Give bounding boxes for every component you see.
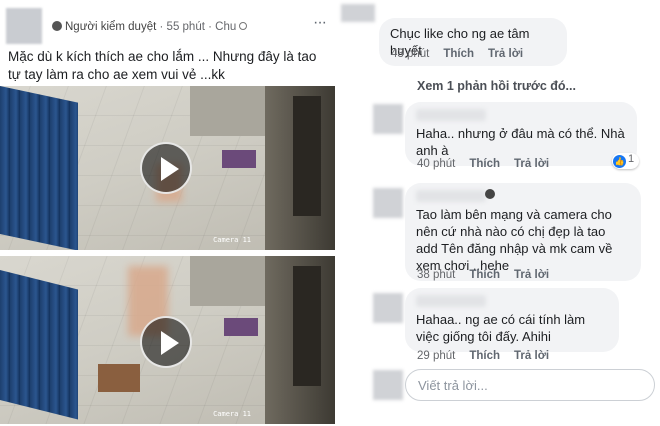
post-panel: Người kiểm duyệt · 55 phút · Chu ··· Mặc… <box>0 0 335 426</box>
comment-time[interactable]: 40 phút <box>417 158 455 170</box>
wall <box>190 256 275 306</box>
play-icon <box>161 157 179 181</box>
comment-time[interactable]: 38 phút <box>417 269 455 281</box>
door <box>293 96 321 216</box>
moderator-role: Người kiểm duyệt <box>65 21 157 33</box>
post-text: Mặc dù k kích thích ae cho lắm ... Nhưng… <box>8 49 317 82</box>
comment-actions: 40 phút Thích Trả lời <box>417 158 563 170</box>
globe-icon <box>239 22 248 30</box>
like-link[interactable]: Thích <box>469 158 500 170</box>
reply-link[interactable]: Trả lời <box>514 158 549 170</box>
commenter-name[interactable] <box>416 190 486 202</box>
post-time[interactable]: 55 phút <box>167 21 205 33</box>
comment-actions: 43 phút Thích Trả lời <box>391 48 537 60</box>
avatar[interactable] <box>341 4 375 22</box>
moderator-badge-icon <box>52 21 62 31</box>
avatar <box>373 370 403 400</box>
post-audience: Chu <box>215 21 237 33</box>
play-button[interactable] <box>140 316 192 368</box>
play-icon <box>161 331 179 355</box>
video-player[interactable]: Camera 11 <box>0 86 335 250</box>
camera-label: Camera 11 <box>213 236 251 244</box>
verified-badge-icon <box>485 189 495 199</box>
video-player[interactable]: Camera 11 <box>0 256 335 424</box>
comment-bubble: Haha.. nhưng ở đâu mà có thể. Nhà anh à <box>405 102 637 166</box>
comment-actions: 38 phút Thích Trả lời <box>417 269 563 281</box>
comments-panel: Chục like cho ng ae tâm huyết 43 phút Thí… <box>339 0 660 426</box>
floor-mat <box>222 150 256 168</box>
comment-time[interactable]: 43 phút <box>391 48 429 60</box>
avatar[interactable] <box>373 293 403 323</box>
comment-actions: 29 phút Thích Trả lời <box>417 350 563 362</box>
reply-link[interactable]: Trả lời <box>514 350 549 362</box>
reply-link[interactable]: Trả lời <box>514 269 549 281</box>
avatar[interactable] <box>373 188 403 218</box>
post-meta: Người kiểm duyệt · 55 phút · Chu <box>52 21 248 33</box>
like-link[interactable]: Thích <box>443 48 474 60</box>
reply-input-placeholder: Viết trả lời... <box>418 378 488 393</box>
like-reaction-icon: 👍 <box>613 155 626 168</box>
commenter-name[interactable] <box>416 109 486 121</box>
like-link[interactable]: Thích <box>469 350 500 362</box>
comment-text: Haha.. nhưng ở đâu mà có thể. Nhà anh à <box>416 126 625 158</box>
comment-bubble: Hahaa.. ng ae có cái tính làm việc giống… <box>405 288 619 352</box>
comment-bubble: Tao làm bên mạng và camera cho nên cứ nh… <box>405 183 641 281</box>
meta-separator: · <box>159 21 167 33</box>
avatar[interactable] <box>6 8 42 44</box>
reply-link[interactable]: Trả lời <box>488 48 523 60</box>
reaction-number: 1 <box>628 153 635 165</box>
avatar[interactable] <box>373 104 403 134</box>
comment-time[interactable]: 29 phút <box>417 350 455 362</box>
commenter-name[interactable] <box>416 295 486 307</box>
comment-text: Tao làm bên mạng và camera cho nên cứ nh… <box>416 207 613 273</box>
door <box>293 266 321 386</box>
floor-mat <box>224 318 258 336</box>
wall <box>190 86 275 136</box>
see-previous-replies-link[interactable]: Xem 1 phản hồi trước đó... <box>417 79 576 93</box>
reaction-count[interactable]: 👍 1 <box>612 153 640 169</box>
more-options-icon[interactable]: ··· <box>313 14 327 32</box>
curtain <box>0 270 78 420</box>
camera-label: Camera 11 <box>213 410 251 418</box>
curtain <box>0 86 78 250</box>
like-link[interactable]: Thích <box>469 269 500 281</box>
box <box>98 364 140 392</box>
play-button[interactable] <box>140 142 192 194</box>
post-header: Người kiểm duyệt · 55 phút · Chu ··· <box>6 8 330 44</box>
reply-input[interactable]: Viết trả lời... <box>405 369 655 401</box>
comment-text: Hahaa.. ng ae có cái tính làm việc giống… <box>416 312 586 344</box>
